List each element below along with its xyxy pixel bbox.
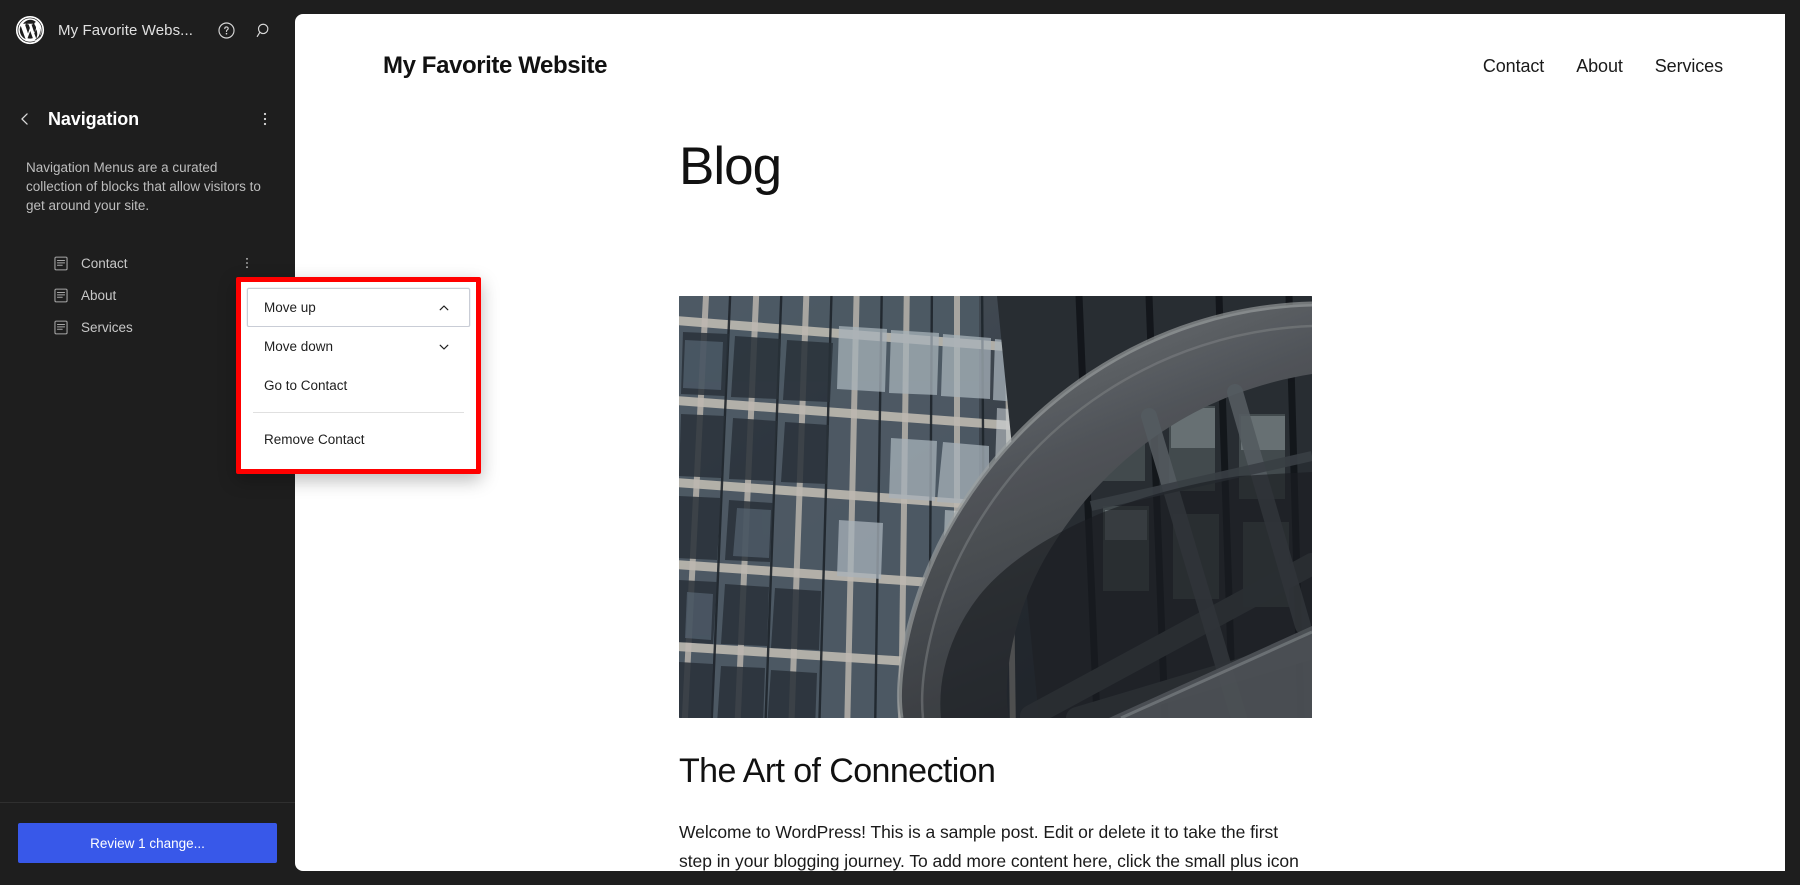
save-panel: Review 1 change... bbox=[0, 802, 295, 885]
post-featured-image bbox=[679, 296, 1312, 718]
site-hub-header: My Favorite Webs... bbox=[0, 0, 295, 60]
menu-item-remove-contact[interactable]: Remove Contact bbox=[247, 420, 470, 459]
page-icon bbox=[52, 287, 69, 304]
site-brand-title: My Favorite Website bbox=[383, 52, 608, 79]
menu-separator bbox=[253, 412, 464, 413]
site-content: Blog The Art of Connection Welcome to Wo… bbox=[295, 92, 1785, 871]
site-title-label: My Favorite Webs... bbox=[58, 21, 193, 39]
site-navigation: Contact About Services bbox=[1483, 56, 1743, 77]
menu-item-label: Move up bbox=[264, 300, 316, 315]
menu-item-label: Move down bbox=[264, 339, 334, 354]
chevron-up-icon bbox=[435, 299, 453, 317]
site-nav-link-contact[interactable]: Contact bbox=[1483, 56, 1544, 77]
page-icon bbox=[52, 319, 69, 336]
chevron-down-icon bbox=[435, 338, 453, 356]
page-icon bbox=[52, 255, 69, 272]
menu-item-label: Remove Contact bbox=[264, 432, 365, 447]
sidebar-item-contact[interactable]: Contact bbox=[0, 247, 295, 279]
site-nav-link-services[interactable]: Services bbox=[1655, 56, 1723, 77]
kebab-vertical-icon[interactable] bbox=[251, 105, 279, 133]
blog-post: The Art of Connection Welcome to WordPre… bbox=[679, 296, 1312, 871]
popover-highlight-box: Move up Move down Go to Contact Remove C… bbox=[236, 277, 481, 474]
menu-item-move-down[interactable]: Move down bbox=[247, 327, 470, 366]
post-body-text: Welcome to WordPress! This is a sample p… bbox=[679, 822, 1299, 871]
contact-block-options-popover: Move up Move down Go to Contact Remove C… bbox=[236, 277, 481, 474]
navigation-panel-header: Navigation bbox=[0, 102, 295, 136]
site-nav-link-about[interactable]: About bbox=[1576, 56, 1623, 77]
post-title: The Art of Connection bbox=[679, 752, 996, 790]
contact-options-kebab-icon[interactable] bbox=[235, 251, 259, 275]
site-preview-canvas[interactable]: My Favorite Website Contact About Servic… bbox=[295, 14, 1785, 871]
menu-item-go-to-contact[interactable]: Go to Contact bbox=[247, 366, 470, 405]
page-heading: Blog bbox=[679, 137, 782, 196]
help-circle-icon[interactable] bbox=[213, 17, 239, 43]
wordpress-logo-icon[interactable] bbox=[14, 14, 46, 46]
site-header: My Favorite Website Contact About Servic… bbox=[295, 14, 1785, 92]
page-title: Navigation bbox=[48, 108, 140, 129]
menu-item-label: Go to Contact bbox=[264, 378, 348, 393]
chevron-left-icon[interactable] bbox=[10, 104, 40, 134]
menu-item-move-up[interactable]: Move up bbox=[247, 288, 470, 327]
site-editor-app: My Favorite Webs... Navigation Navigatio… bbox=[0, 0, 1800, 885]
navigation-description: Navigation Menus are a curated collectio… bbox=[26, 160, 261, 214]
search-icon[interactable] bbox=[251, 17, 277, 43]
review-changes-button[interactable]: Review 1 change... bbox=[18, 823, 277, 863]
